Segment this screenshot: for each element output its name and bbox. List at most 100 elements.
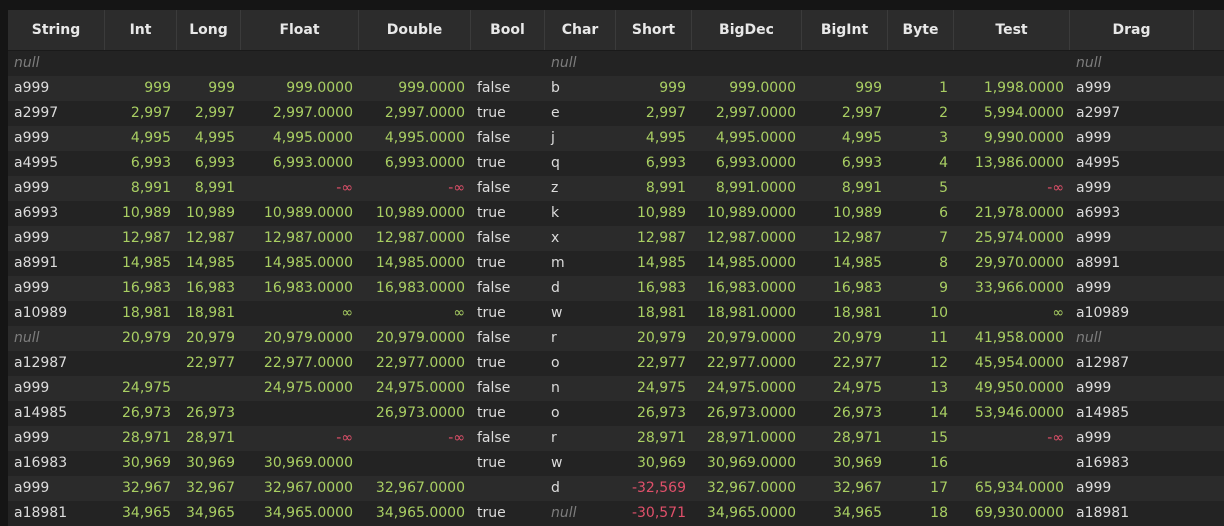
cell-test[interactable]: ∞ (954, 301, 1070, 326)
cell-byte[interactable]: 6 (888, 201, 954, 226)
cell-short[interactable] (616, 51, 692, 76)
cell-string[interactable]: null (8, 326, 105, 351)
cell-drag[interactable]: a12987 (1070, 351, 1194, 376)
cell-int[interactable]: 30,969 (105, 451, 177, 476)
cell-float[interactable]: 4,995.0000 (241, 126, 359, 151)
cell-bigdec[interactable]: 28,971.0000 (692, 426, 802, 451)
cell-char[interactable]: null (545, 51, 616, 76)
table-row[interactable]: a2997 2,997 2,997 2,997.0000 2,997.0000 true e… (8, 101, 1224, 126)
cell-float[interactable] (241, 51, 359, 76)
cell-test[interactable]: 5,994.0000 (954, 101, 1070, 126)
cell-bigint[interactable]: 24,975 (802, 376, 888, 401)
cell-byte[interactable]: 12 (888, 351, 954, 376)
cell-bool[interactable]: false (471, 126, 545, 151)
cell-drag[interactable]: a999 (1070, 426, 1194, 451)
cell-long[interactable]: 999 (177, 76, 241, 101)
cell-long[interactable]: 14,985 (177, 251, 241, 276)
cell-drag[interactable]: null (1070, 51, 1194, 76)
cell-bool[interactable]: true (471, 451, 545, 476)
cell-bool[interactable] (471, 51, 545, 76)
cell-drag[interactable]: a999 (1070, 226, 1194, 251)
cell-float[interactable]: 22,977.0000 (241, 351, 359, 376)
cell-byte[interactable]: 11 (888, 326, 954, 351)
cell-int[interactable]: 28,971 (105, 426, 177, 451)
cell-bigdec[interactable]: 16,983.0000 (692, 276, 802, 301)
cell-string[interactable]: a999 (8, 126, 105, 151)
cell-bigdec[interactable]: 6,993.0000 (692, 151, 802, 176)
column-header-test[interactable]: Test (954, 10, 1070, 50)
column-header-int[interactable]: Int (105, 10, 177, 50)
cell-char[interactable]: d (545, 276, 616, 301)
cell-test[interactable]: 29,970.0000 (954, 251, 1070, 276)
cell-bigint[interactable]: 32,967 (802, 476, 888, 501)
table-row[interactable]: a12987 22,977 22,977.0000 22,977.0000 true o 2… (8, 351, 1224, 376)
cell-double[interactable] (359, 51, 471, 76)
table-row[interactable]: a14985 26,973 26,973 26,973.0000 true o 26,973… (8, 401, 1224, 426)
cell-bigdec[interactable] (692, 51, 802, 76)
cell-char[interactable]: j (545, 126, 616, 151)
column-header-bigint[interactable]: BigInt (802, 10, 888, 50)
cell-double[interactable]: 34,965.0000 (359, 501, 471, 526)
cell-byte[interactable] (888, 51, 954, 76)
cell-short[interactable]: 10,989 (616, 201, 692, 226)
cell-bool[interactable]: true (471, 101, 545, 126)
cell-test[interactable]: 69,930.0000 (954, 501, 1070, 526)
cell-int[interactable]: 24,975 (105, 376, 177, 401)
cell-drag[interactable]: a999 (1070, 276, 1194, 301)
cell-double[interactable] (359, 451, 471, 476)
cell-string[interactable]: a999 (8, 176, 105, 201)
column-header-float[interactable]: Float (241, 10, 359, 50)
column-header-double[interactable]: Double (359, 10, 471, 50)
cell-short[interactable]: 22,977 (616, 351, 692, 376)
table-row[interactable]: a999 24,975 24,975.0000 24,975.0000 false n 24… (8, 376, 1224, 401)
cell-test[interactable] (954, 51, 1070, 76)
cell-bigint[interactable]: 6,993 (802, 151, 888, 176)
cell-bigdec[interactable]: 4,995.0000 (692, 126, 802, 151)
cell-test[interactable]: 21,978.0000 (954, 201, 1070, 226)
cell-bigdec[interactable]: 26,973.0000 (692, 401, 802, 426)
cell-bool[interactable]: false (471, 376, 545, 401)
cell-bool[interactable]: false (471, 276, 545, 301)
cell-int[interactable]: 2,997 (105, 101, 177, 126)
cell-bool[interactable]: false (471, 426, 545, 451)
cell-float[interactable]: 14,985.0000 (241, 251, 359, 276)
cell-float[interactable]: 10,989.0000 (241, 201, 359, 226)
table-row[interactable]: a999 16,983 16,983 16,983.0000 16,983.0000 fa… (8, 276, 1224, 301)
cell-drag[interactable]: a16983 (1070, 451, 1194, 476)
cell-string[interactable]: a14985 (8, 401, 105, 426)
cell-bool[interactable]: false (471, 176, 545, 201)
cell-bigdec[interactable]: 22,977.0000 (692, 351, 802, 376)
cell-short[interactable]: 4,995 (616, 126, 692, 151)
cell-test[interactable]: 33,966.0000 (954, 276, 1070, 301)
table-row[interactable]: null null null (8, 51, 1224, 76)
cell-byte[interactable]: 3 (888, 126, 954, 151)
cell-float[interactable]: 34,965.0000 (241, 501, 359, 526)
cell-byte[interactable]: 1 (888, 76, 954, 101)
cell-long[interactable]: 22,977 (177, 351, 241, 376)
cell-bool[interactable]: false (471, 226, 545, 251)
cell-double[interactable]: -∞ (359, 426, 471, 451)
cell-bigint[interactable]: 20,979 (802, 326, 888, 351)
cell-drag[interactable]: a999 (1070, 376, 1194, 401)
cell-short[interactable]: 24,975 (616, 376, 692, 401)
cell-char[interactable]: d (545, 476, 616, 501)
cell-bool[interactable]: true (471, 301, 545, 326)
cell-drag[interactable]: a2997 (1070, 101, 1194, 126)
cell-drag[interactable]: a10989 (1070, 301, 1194, 326)
cell-bigint[interactable]: 4,995 (802, 126, 888, 151)
table-row[interactable]: a18981 34,965 34,965 34,965.0000 34,965.0000… (8, 501, 1224, 526)
cell-int[interactable]: 6,993 (105, 151, 177, 176)
cell-string[interactable]: a2997 (8, 101, 105, 126)
cell-int[interactable] (105, 351, 177, 376)
cell-float[interactable]: -∞ (241, 176, 359, 201)
cell-drag[interactable]: a999 (1070, 126, 1194, 151)
cell-short[interactable]: 8,991 (616, 176, 692, 201)
cell-int[interactable]: 4,995 (105, 126, 177, 151)
cell-bigint[interactable]: 16,983 (802, 276, 888, 301)
cell-float[interactable]: 32,967.0000 (241, 476, 359, 501)
cell-bool[interactable]: true (471, 151, 545, 176)
column-header-bool[interactable]: Bool (471, 10, 545, 50)
cell-float[interactable]: 6,993.0000 (241, 151, 359, 176)
cell-bool[interactable]: true (471, 251, 545, 276)
cell-byte[interactable]: 18 (888, 501, 954, 526)
